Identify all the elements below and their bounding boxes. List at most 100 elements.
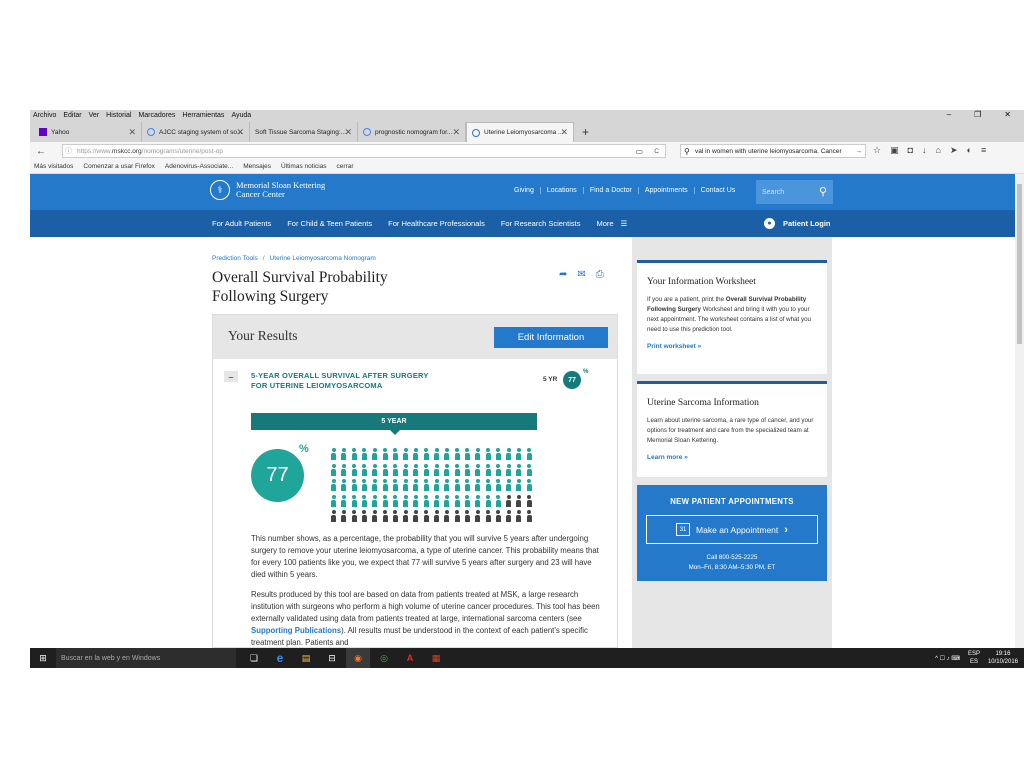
person-survived-icon: [506, 479, 512, 491]
tab-soft-tissue[interactable]: Soft Tissue Sarcoma Staging:... ✕: [250, 122, 358, 142]
extension-icon[interactable]: ◐: [967, 145, 972, 156]
nav-research[interactable]: For Research Scientists: [501, 219, 581, 228]
windows-start-icon[interactable]: ⊞: [30, 648, 56, 668]
person-died-icon: [361, 510, 367, 522]
clock[interactable]: 19:16 10/10/2016: [988, 650, 1018, 666]
firefox-icon[interactable]: ◉: [346, 648, 370, 668]
maximize-button[interactable]: ❐: [974, 110, 981, 119]
download-icon[interactable]: ↓: [922, 145, 927, 156]
bookmark-firefox[interactable]: Comenzar a usar Firefox: [83, 163, 155, 170]
person-survived-icon: [434, 463, 439, 476]
link-locations[interactable]: Locations: [541, 187, 584, 194]
url-bar[interactable]: ⓘ https://www. mskcc.org/nomograms/uterin…: [62, 144, 666, 158]
bookmark-news[interactable]: Últimas noticias: [281, 163, 327, 170]
big-percent-sign: %: [299, 443, 309, 455]
menu-ayuda[interactable]: Ayuda: [231, 112, 251, 119]
print-worksheet-link[interactable]: Print worksheet »: [647, 343, 817, 350]
clock-time: 19:16: [995, 651, 1011, 657]
minimize-button[interactable]: –: [947, 110, 951, 119]
tab-prognostic[interactable]: prognostic nomogram for... ✕: [358, 122, 466, 142]
crumb-uterine-nomogram[interactable]: Uterine Leiomyosarcoma Nomogram: [270, 255, 376, 262]
person-survived-icon: [444, 463, 450, 476]
tab-uterine-active[interactable]: Uterine Leiomyosarcoma ... ✕: [466, 122, 574, 142]
email-icon[interactable]: ✉: [577, 269, 585, 280]
language-indicator[interactable]: ESP ES: [968, 650, 980, 666]
make-appointment-button[interactable]: 31 Make an Appointment ›: [646, 515, 818, 544]
person-survived-icon: [372, 494, 378, 507]
bookmark-most-visited[interactable]: Más visitados: [34, 163, 73, 170]
learn-more-link[interactable]: Learn more »: [647, 454, 817, 461]
person-survived-icon: [403, 448, 409, 460]
windows-taskbar: ⊞ Buscar en la web y en Windows ❏ e ▤ ⊟ …: [30, 648, 1024, 668]
powerpoint-icon[interactable]: ▦: [424, 648, 448, 668]
file-explorer-icon[interactable]: ▤: [294, 648, 318, 668]
person-survived-icon: [403, 463, 409, 476]
appointment-hours: Mon–Fri, 8:30 AM–5:30 PM, ET: [688, 564, 776, 571]
menu-herramientas[interactable]: Herramientas: [182, 112, 224, 119]
nav-adult-patients[interactable]: For Adult Patients: [212, 219, 271, 228]
menu-archivo[interactable]: Archivo: [33, 112, 56, 119]
person-icon: ●: [764, 218, 775, 229]
reading-list-icon[interactable]: ▣: [890, 145, 899, 156]
bookmark-star-icon[interactable]: ☆: [873, 145, 881, 156]
menu-marcadores[interactable]: Marcadores: [138, 112, 175, 119]
chrome-icon[interactable]: ◎: [372, 648, 396, 668]
search-icon[interactable]: ⚲: [819, 185, 827, 198]
bookmark-adenovirus[interactable]: Adenovirus-Associate...: [165, 163, 233, 170]
crumb-prediction-tools[interactable]: Prediction Tools: [212, 255, 258, 262]
menu-ver[interactable]: Ver: [89, 112, 100, 119]
close-window-button[interactable]: ✕: [1004, 110, 1011, 119]
menu-editar[interactable]: Editar: [63, 112, 81, 119]
search-field[interactable]: ⚲ val in women with uterine leiomyosarco…: [680, 144, 866, 158]
tab-ajcc[interactable]: AJCC staging system of so... ✕: [142, 122, 250, 142]
share-icon[interactable]: ➦: [559, 269, 567, 280]
close-tab-icon[interactable]: ✕: [560, 127, 568, 138]
supporting-publications-link[interactable]: Supporting Publications: [251, 626, 341, 635]
menu-historial[interactable]: Historial: [106, 112, 131, 119]
nav-more[interactable]: More ☰: [596, 219, 627, 228]
link-giving[interactable]: Giving: [508, 187, 541, 194]
person-survived-icon: [464, 448, 470, 460]
site-search-input[interactable]: Search ⚲: [756, 180, 833, 204]
nav-healthcare-pros[interactable]: For Healthcare Professionals: [388, 219, 485, 228]
reload-icon[interactable]: C: [654, 148, 659, 155]
tab-yahoo[interactable]: Yahoo ✕: [34, 122, 142, 142]
google-favicon-icon: [363, 128, 371, 136]
home-icon[interactable]: ⌂: [936, 145, 941, 156]
chevron-right-icon: ›: [784, 523, 788, 536]
bookmark-close[interactable]: cerrar: [337, 163, 354, 170]
bookmark-messages[interactable]: Mensajes: [243, 163, 271, 170]
close-tab-icon[interactable]: ✕: [344, 127, 352, 138]
reader-icon[interactable]: ▭: [635, 147, 643, 156]
store-icon[interactable]: ⊟: [320, 648, 344, 668]
task-view-icon[interactable]: ❏: [242, 648, 266, 668]
link-find-doctor[interactable]: Find a Doctor: [584, 187, 639, 194]
patient-login[interactable]: ● Patient Login: [764, 218, 831, 229]
tray-icons[interactable]: ^ ☐ ♪ ⌨: [935, 655, 960, 662]
info-icon[interactable]: ⓘ: [65, 146, 72, 156]
edge-icon[interactable]: e: [268, 648, 292, 668]
pocket-icon[interactable]: ◘: [908, 145, 913, 156]
nav-child-teen[interactable]: For Child & Teen Patients: [287, 219, 372, 228]
msk-logo[interactable]: ⚕ Memorial Sloan Kettering Cancer Center: [210, 180, 325, 200]
close-tab-icon[interactable]: ✕: [236, 127, 244, 138]
breadcrumb: Prediction Tools / Uterine Leiomyosarcoma …: [212, 255, 376, 262]
vertical-scrollbar[interactable]: [1015, 174, 1024, 648]
edit-information-button[interactable]: Edit Information: [494, 327, 608, 348]
back-icon[interactable]: ←: [36, 146, 46, 157]
worksheet-text-1: If you are a patient, print the: [647, 296, 726, 303]
close-tab-icon[interactable]: ✕: [128, 127, 136, 138]
hamburger-menu-icon[interactable]: ≡: [981, 145, 986, 156]
scrollbar-thumb[interactable]: [1017, 184, 1022, 344]
send-icon[interactable]: ➤: [950, 145, 958, 156]
new-tab-button[interactable]: +: [574, 122, 597, 142]
collapse-button[interactable]: –: [224, 371, 238, 382]
acrobat-icon[interactable]: A: [398, 648, 422, 668]
link-contact[interactable]: Contact Us: [695, 187, 742, 194]
link-appointments[interactable]: Appointments: [639, 187, 695, 194]
top-links: Giving Locations Find a Doctor Appointme…: [508, 187, 741, 194]
close-tab-icon[interactable]: ✕: [452, 127, 460, 138]
taskbar-search-input[interactable]: Buscar en la web y en Windows: [56, 648, 236, 668]
search-go-icon[interactable]: →: [855, 147, 862, 155]
print-icon[interactable]: ⎙: [596, 269, 604, 280]
